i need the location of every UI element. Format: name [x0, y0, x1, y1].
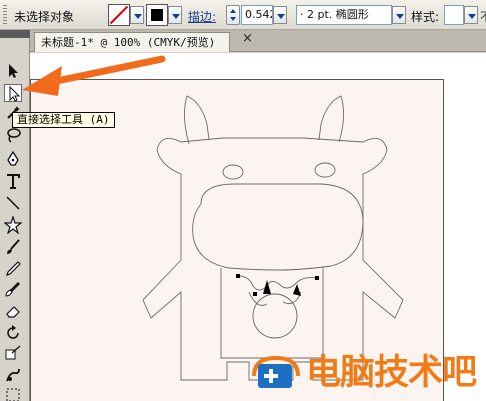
document-canvas[interactable]	[30, 53, 486, 401]
selection-status: 未选择对象	[14, 10, 75, 24]
blob-brush-tool-icon[interactable]	[4, 280, 22, 298]
star-tool-icon[interactable]	[4, 216, 22, 234]
brush-definition-field[interactable]: · 2 pt. 椭圆形	[296, 5, 392, 25]
watermark-text: 电脑技术吧	[306, 353, 477, 393]
stroke-weight-stepper[interactable]	[226, 5, 240, 25]
stroke-panel-link[interactable]: 描边:	[188, 8, 216, 25]
pen-tool-icon[interactable]	[4, 150, 22, 168]
style-swatch[interactable]	[444, 5, 464, 25]
control-bar: 未选择对象 描边: 0.542 · 2 pt. 椭圆形 样式: 不	[0, 0, 486, 30]
line-segment-tool-icon[interactable]	[4, 194, 22, 212]
warp-tool-icon[interactable]	[4, 366, 22, 384]
panel-grip[interactable]	[3, 5, 7, 25]
illustrator-window: 未选择对象 描边: 0.542 · 2 pt. 椭圆形 样式: 不	[0, 0, 486, 401]
eraser-tool-icon[interactable]	[4, 302, 22, 320]
tools-panel	[0, 30, 30, 401]
brush-definition-dropdown[interactable]	[392, 6, 406, 24]
document-tab-bar: 未标题-1* @ 100% (CMYK/预览) ×	[30, 30, 486, 52]
rotate-tool-icon[interactable]	[4, 324, 22, 342]
stroke-weight-dropdown[interactable]	[273, 6, 287, 24]
tools-panel-titlebar[interactable]	[0, 30, 30, 38]
control-bar-overflow-label: 不	[480, 8, 486, 25]
fill-color-dropdown[interactable]	[130, 6, 144, 24]
direct-selection-tool-icon[interactable]	[4, 84, 22, 102]
pencil-tool-icon[interactable]	[4, 260, 22, 278]
free-transform-tool-icon[interactable]	[4, 386, 22, 401]
document-tab-title: 未标题-1* @ 100% (CMYK/预览)	[41, 36, 216, 49]
lasso-tool-icon[interactable]	[4, 126, 22, 144]
selection-tool-icon[interactable]	[4, 62, 22, 80]
scale-tool-icon[interactable]	[4, 344, 22, 362]
stroke-color-swatch[interactable]	[146, 4, 168, 26]
paintbrush-tool-icon[interactable]	[4, 238, 22, 256]
style-label: 样式:	[411, 10, 440, 24]
stroke-weight-input[interactable]: 0.542	[241, 5, 273, 25]
fill-color-swatch[interactable]	[108, 4, 130, 26]
document-tab[interactable]: 未标题-1* @ 100% (CMYK/预览)	[34, 32, 230, 52]
style-dropdown[interactable]	[464, 6, 478, 24]
type-tool-icon[interactable]	[4, 172, 22, 190]
tool-tooltip: 直接选择工具 (A)	[12, 112, 115, 128]
close-tab-icon[interactable]: ×	[242, 31, 253, 46]
watermark-logo-icon	[252, 355, 300, 388]
stroke-color-dropdown[interactable]	[168, 6, 182, 24]
